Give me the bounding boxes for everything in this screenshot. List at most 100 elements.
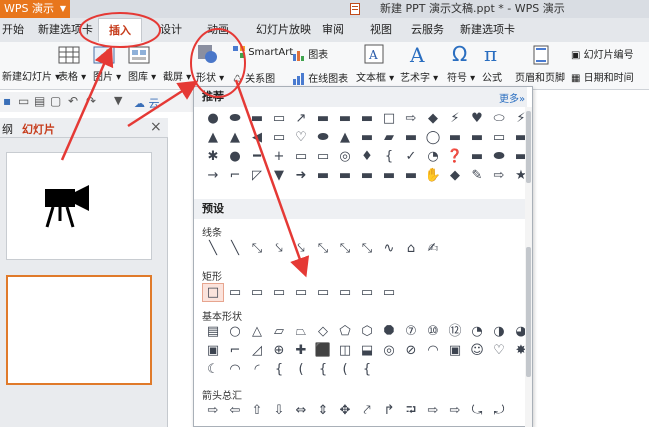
shape-cell[interactable]: { [312, 360, 334, 379]
shape-cell[interactable]: ✚ [290, 341, 312, 360]
shape-cell[interactable]: ▭ [312, 147, 334, 166]
shape-cell[interactable]: ▣ [202, 341, 224, 360]
date-time-button[interactable]: ▦ 日期和时间 [571, 69, 634, 84]
shape-cell[interactable]: ▤ [202, 322, 224, 341]
shape-cell[interactable]: ● [202, 109, 224, 128]
tab-cloud[interactable]: 云服务 [411, 18, 444, 42]
shape-cell[interactable]: ╲ [224, 239, 246, 258]
shape-cell[interactable]: ▲ [334, 128, 356, 147]
shape-cell[interactable]: ⤡ [334, 239, 356, 258]
shape-cell[interactable]: ▭ [246, 283, 268, 302]
table-button[interactable]: 表格 ▾ [58, 68, 86, 83]
tab-outline[interactable]: 纲 [2, 121, 13, 137]
shape-cell[interactable]: ▬ [356, 128, 378, 147]
shape-cell[interactable]: ▭ [290, 147, 312, 166]
shape-cell[interactable]: ▱ [268, 322, 290, 341]
shape-cell[interactable]: ⊕ [268, 341, 290, 360]
shape-cell[interactable]: ✱ [202, 147, 224, 166]
shape-cell[interactable]: ▬ [378, 166, 400, 185]
shape-cell[interactable]: ⑩ [422, 322, 444, 341]
app-menu-button[interactable]: WPS 演示 ▼ [0, 0, 70, 18]
more-link[interactable]: 更多» [499, 90, 525, 105]
shape-cell[interactable]: ⌂ [400, 239, 422, 258]
preview-icon[interactable]: ▢ [50, 94, 61, 108]
close-panel-button[interactable]: × [150, 119, 162, 135]
shape-cell[interactable]: ⌐ [224, 341, 246, 360]
shape-cell[interactable]: ⇨ [488, 166, 510, 185]
formula-button[interactable]: 公式 [482, 69, 502, 84]
shape-cell[interactable]: ⬠ [334, 322, 356, 341]
symbol-button[interactable]: 符号 ▾ [447, 69, 475, 84]
shape-cell[interactable]: ○ [224, 322, 246, 341]
shape-cell[interactable]: ✥ [334, 401, 356, 420]
shape-cell[interactable]: { [378, 147, 400, 166]
picture-button[interactable]: 图片 ▾ [93, 68, 121, 83]
shape-cell[interactable]: ⇨ [444, 401, 466, 420]
shape-cell[interactable]: ↱ [378, 401, 400, 420]
shape-cell[interactable]: ▬ [334, 109, 356, 128]
shape-cell[interactable]: ▬ [334, 166, 356, 185]
header-footer-button[interactable]: 页眉和页脚 [515, 69, 565, 84]
tab-animation[interactable]: 动画 [207, 18, 229, 42]
shape-cell[interactable]: ⚡ [444, 109, 466, 128]
shape-cell[interactable]: ✍ [422, 239, 444, 258]
shape-cell[interactable]: ⬬ [224, 109, 246, 128]
shape-cell[interactable]: ♡ [488, 341, 510, 360]
shape-cell[interactable]: ↗ [290, 109, 312, 128]
shape-cell[interactable]: ✓ [400, 147, 422, 166]
shape-cell[interactable]: ▬ [400, 128, 422, 147]
smartart-button[interactable]: SmartArt [233, 46, 293, 58]
shape-cell[interactable]: ◯ [422, 128, 444, 147]
shape-cell[interactable]: ◆ [422, 109, 444, 128]
shape-cell[interactable]: ▬ [466, 128, 488, 147]
textbox-button[interactable]: 文本框 ▾ [356, 69, 394, 84]
shape-cell[interactable]: ▬ [356, 109, 378, 128]
qat-dropdown-icon[interactable]: ▼ [114, 94, 122, 107]
shape-cell[interactable]: ⇦ [224, 401, 246, 420]
shape-cell[interactable]: ⬬ [312, 128, 334, 147]
shape-cell[interactable]: ▲ [224, 128, 246, 147]
shape-cell[interactable]: ◔ [422, 147, 444, 166]
shape-cell[interactable]: ▭ [334, 283, 356, 302]
shape-cell[interactable]: ⑦ [400, 322, 422, 341]
shape-cell[interactable]: ⇧ [246, 401, 268, 420]
shape-cell[interactable]: ⇨ [202, 401, 224, 420]
shape-cell[interactable]: ⯃ [378, 322, 400, 341]
scrollbar-thumb-top[interactable] [526, 111, 531, 183]
shape-cell[interactable]: ▬ [356, 166, 378, 185]
save-icon[interactable]: ▪ [3, 94, 11, 108]
shape-cell[interactable]: ● [224, 147, 246, 166]
shape-cell[interactable]: ▭ [356, 283, 378, 302]
shape-cell[interactable]: ⤿ [466, 401, 488, 420]
shape-cell[interactable]: ▬ [312, 166, 334, 185]
shape-cell[interactable]: ◑ [488, 322, 510, 341]
shape-cell[interactable]: ▬ [466, 147, 488, 166]
shape-cell[interactable]: ▼ [268, 166, 290, 185]
shape-cell[interactable]: ▭ [268, 283, 290, 302]
print-icon[interactable]: ▤ [34, 94, 45, 108]
online-chart-button[interactable]: 在线图表 [293, 70, 348, 85]
shape-cell[interactable]: ⊘ [400, 341, 422, 360]
chart-button[interactable]: 图表 [293, 46, 328, 61]
shape-cell[interactable]: ⇕ [312, 401, 334, 420]
shape-cell[interactable]: ⇔ [290, 401, 312, 420]
shape-cell[interactable]: ( [290, 360, 312, 379]
tab-view[interactable]: 视图 [370, 18, 392, 42]
shape-cell[interactable]: ∿ [378, 239, 400, 258]
shape-cell[interactable]: ⇩ [268, 401, 290, 420]
shape-cell[interactable]: ▭ [290, 283, 312, 302]
cloud-sync-button[interactable]: ☁ 云 [134, 95, 160, 111]
tab-new-1[interactable]: 新建选项卡 [38, 18, 93, 42]
slide-thumbnail-1[interactable] [6, 152, 152, 260]
shape-cell[interactable]: ⮒ [400, 401, 422, 420]
shape-cell[interactable]: ◎ [334, 147, 356, 166]
shape-cell[interactable]: ━ [246, 147, 268, 166]
shape-cell[interactable]: { [356, 360, 378, 379]
shape-cell[interactable]: ⬓ [356, 341, 378, 360]
screenshot-button[interactable]: 截屏 ▾ [163, 68, 191, 83]
shape-cell[interactable]: △ [246, 322, 268, 341]
shape-cell[interactable]: ▰ [378, 128, 400, 147]
dropdown-scrollbar[interactable] [525, 107, 532, 427]
shape-cell[interactable]: ⬛ [312, 341, 334, 360]
shape-cell[interactable]: ♥ [466, 109, 488, 128]
